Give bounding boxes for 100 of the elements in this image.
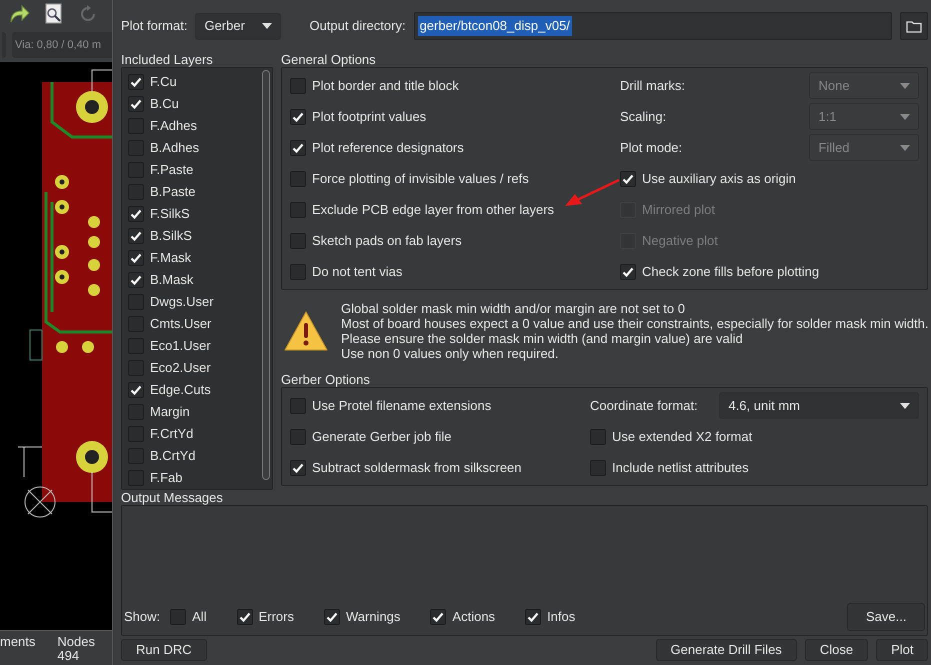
- checkbox[interactable]: [128, 206, 144, 222]
- checkbox[interactable]: [170, 609, 186, 625]
- checkbox[interactable]: [590, 460, 606, 476]
- layer-name: Edge.Cuts: [150, 381, 211, 400]
- field-label: Output directory:: [309, 17, 406, 36]
- status-text: ments: [0, 635, 36, 651]
- checkbox[interactable]: [128, 382, 144, 398]
- checkbox-label: Negative plot: [642, 232, 718, 250]
- dialog-button[interactable]: Generate Drill Files: [656, 639, 797, 661]
- group-title: Output Messages: [121, 490, 224, 505]
- checkbox[interactable]: [236, 609, 253, 625]
- checkbox-label: Plot border and title block: [312, 76, 459, 95]
- checkbox-label: Force plotting of invisible values / refs: [312, 170, 529, 188]
- checkbox-label: Subtract soldermask from silkscreen: [312, 458, 522, 477]
- checkbox[interactable]: [128, 272, 144, 288]
- layer-name: Dwgs.User: [150, 293, 214, 312]
- checkbox[interactable]: [290, 398, 306, 414]
- checkbox[interactable]: [290, 232, 306, 248]
- layer-name: Margin: [150, 403, 190, 422]
- dropdown[interactable]: 4.6, unit mm: [719, 392, 920, 419]
- show-label: Show:: [124, 608, 160, 626]
- layer-name: B.Adhes: [150, 139, 200, 158]
- checkbox-label: Include netlist attributes: [612, 458, 749, 477]
- save-button[interactable]: Save...: [847, 603, 926, 631]
- layer-name: F.Adhes: [150, 117, 197, 136]
- checkbox-label: Check zone fills before plotting: [642, 262, 820, 281]
- checkbox[interactable]: [590, 428, 606, 444]
- layer-name: F.Mask: [150, 249, 192, 268]
- checkbox-label: Use extended X2 format: [612, 428, 752, 446]
- checkbox-label: Generate Gerber job file: [312, 428, 452, 446]
- checkbox-label: Do not tent vias: [312, 262, 402, 281]
- refresh-icon[interactable]: [78, 4, 98, 24]
- checkbox[interactable]: [290, 264, 306, 280]
- layer-name: F.Fab: [150, 469, 183, 488]
- warning-text: Please ensure the solder mask min width (and margin value) are valid: [341, 331, 744, 346]
- layer-name: Cmts.User: [150, 315, 212, 334]
- document-search-icon[interactable]: [44, 3, 64, 25]
- checkbox[interactable]: [290, 460, 306, 476]
- layer-name: F.CrtYd: [150, 425, 194, 444]
- field-label: Plot format:: [121, 17, 188, 36]
- filter-label: Errors: [258, 608, 294, 626]
- checkbox-label: Use auxiliary axis as origin: [642, 170, 796, 188]
- field-label: Drill marks:: [620, 76, 685, 95]
- group-title: Included Layers: [121, 52, 214, 67]
- checkbox-label: Exclude PCB edge layer from other layers: [312, 200, 554, 219]
- via-size-field[interactable]: Via: 0,80 / 0,40 m: [12, 32, 112, 58]
- layer-name: Eco1.User: [150, 337, 211, 356]
- checkbox[interactable]: [430, 609, 446, 625]
- warning-icon: [283, 310, 329, 352]
- checkbox-label: Mirrored plot: [642, 200, 715, 219]
- caret-icon: [262, 23, 272, 29]
- folder-icon: [906, 20, 922, 32]
- checkbox[interactable]: [128, 96, 144, 112]
- checkbox[interactable]: [290, 140, 306, 156]
- checkbox-label: Plot footprint values: [312, 108, 426, 126]
- field-label: Plot mode:: [620, 138, 682, 157]
- filter-label: Warnings: [346, 608, 400, 626]
- filter-label: Actions: [452, 608, 496, 626]
- checkbox[interactable]: [290, 202, 306, 218]
- field-label: Scaling:: [620, 108, 666, 126]
- output-directory-field[interactable]: gerber/btcon08_disp_v05/: [414, 12, 892, 40]
- layer-name: F.Paste: [150, 161, 194, 180]
- warning-text: Most of board houses expect a 0 value and use their constraints, especially for solder mask min width.: [341, 316, 928, 331]
- annotation-arrow: [563, 178, 621, 208]
- folder-button[interactable]: [900, 12, 928, 40]
- checkbox[interactable]: [525, 609, 542, 625]
- checkbox[interactable]: [620, 264, 636, 280]
- checkbox[interactable]: [290, 170, 306, 186]
- checkbox[interactable]: [128, 228, 144, 244]
- layer-name: F.SilkS: [150, 205, 190, 224]
- checkbox[interactable]: [324, 609, 340, 625]
- dropdown[interactable]: Gerber: [195, 12, 282, 40]
- layer-name: B.Mask: [150, 271, 194, 290]
- group-title: Gerber Options: [281, 372, 371, 387]
- filter-label: Infos: [547, 608, 576, 626]
- checkbox[interactable]: [290, 428, 306, 444]
- checkbox[interactable]: [620, 170, 636, 186]
- layer-name: B.Cu: [150, 95, 179, 114]
- warning-text: Global solder mask min width and/or margin are not set to 0: [341, 301, 686, 316]
- layer-name: B.SilkS: [150, 227, 192, 246]
- dialog-button[interactable]: Run DRC: [121, 639, 207, 661]
- status-value: 494: [57, 649, 80, 663]
- redo-arrow-icon[interactable]: [8, 4, 30, 24]
- caret-icon: [900, 144, 910, 150]
- scrollbar[interactable]: [260, 68, 272, 489]
- checkbox[interactable]: [290, 108, 306, 124]
- dialog-button[interactable]: Close: [804, 639, 868, 661]
- layer-name: B.CrtYd: [150, 447, 196, 466]
- caret-icon: [900, 114, 910, 120]
- layer-name: Eco2.User: [150, 359, 211, 378]
- checkbox-label: Sketch pads on fab layers: [312, 232, 462, 250]
- status-label: Nodes: [57, 635, 95, 649]
- checkbox[interactable]: [290, 78, 306, 94]
- checkbox[interactable]: [128, 250, 144, 266]
- warning-text: Use non 0 values only when required.: [341, 346, 560, 361]
- dialog-button[interactable]: Plot: [876, 639, 928, 661]
- checkbox[interactable]: [128, 74, 144, 90]
- caret-icon: [900, 82, 910, 88]
- caret-icon: [900, 402, 910, 408]
- field-label: Coordinate format:: [590, 396, 698, 415]
